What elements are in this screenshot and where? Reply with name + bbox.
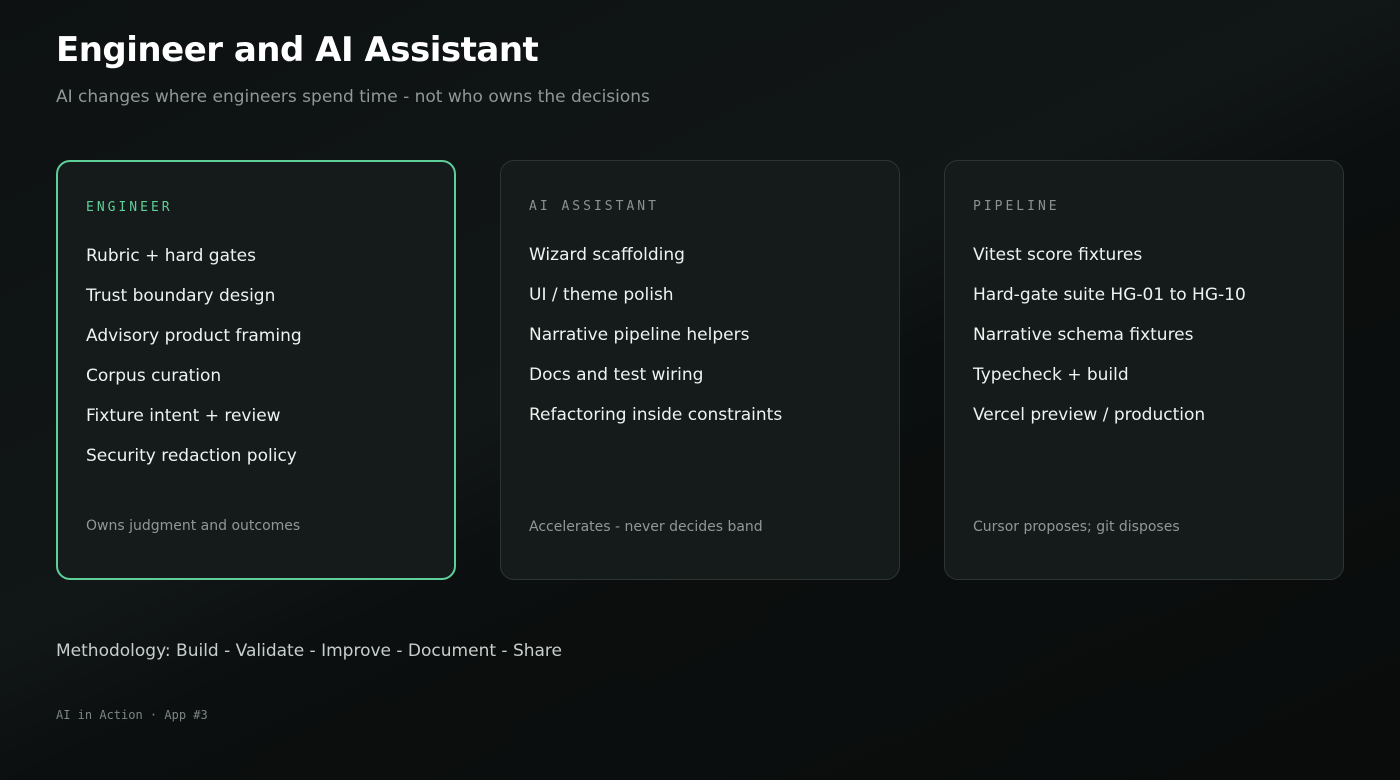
card-items: Rubric + hard gates Trust boundary desig… bbox=[86, 236, 426, 476]
list-item: Wizard scaffolding bbox=[529, 245, 685, 265]
card-items: Vitest score fixtures Hard-gate suite HG… bbox=[973, 235, 1315, 435]
slide-footer: AI in Action · App #3 bbox=[56, 708, 208, 722]
card-footer: Owns judgment and outcomes bbox=[86, 518, 301, 534]
card-items: Wizard scaffolding UI / theme polish Nar… bbox=[529, 235, 871, 435]
methodology-line: Methodology: Build - Validate - Improve … bbox=[56, 641, 563, 661]
card-label: PIPELINE bbox=[973, 199, 1060, 214]
list-item: Fixture intent + review bbox=[86, 406, 281, 426]
list-item: Hard-gate suite HG-01 to HG-10 bbox=[973, 285, 1246, 305]
card-label: AI ASSISTANT bbox=[529, 199, 659, 214]
list-item: Vitest score fixtures bbox=[973, 245, 1143, 265]
list-item: Trust boundary design bbox=[86, 286, 276, 306]
list-item: UI / theme polish bbox=[529, 285, 674, 305]
list-item: Vercel preview / production bbox=[973, 405, 1206, 425]
card-pipeline: PIPELINE Vitest score fixtures Hard-gate… bbox=[944, 160, 1344, 580]
list-item: Narrative schema fixtures bbox=[973, 325, 1194, 345]
list-item: Security redaction policy bbox=[86, 446, 297, 466]
list-item: Rubric + hard gates bbox=[86, 246, 256, 266]
page-subtitle: AI changes where engineers spend time - … bbox=[56, 87, 650, 107]
page-title: Engineer and AI Assistant bbox=[56, 30, 539, 70]
card-engineer: ENGINEER Rubric + hard gates Trust bound… bbox=[56, 160, 456, 580]
list-item: Corpus curation bbox=[86, 366, 222, 386]
list-item: Advisory product framing bbox=[86, 326, 302, 346]
list-item: Typecheck + build bbox=[973, 365, 1129, 385]
card-ai-assistant: AI ASSISTANT Wizard scaffolding UI / the… bbox=[500, 160, 900, 580]
card-footer: Accelerates - never decides band bbox=[529, 519, 763, 535]
list-item: Docs and test wiring bbox=[529, 365, 704, 385]
cards-row: ENGINEER Rubric + hard gates Trust bound… bbox=[56, 160, 1344, 580]
list-item: Refactoring inside constraints bbox=[529, 405, 783, 425]
card-label: ENGINEER bbox=[86, 200, 173, 215]
list-item: Narrative pipeline helpers bbox=[529, 325, 750, 345]
card-footer: Cursor proposes; git disposes bbox=[973, 519, 1180, 535]
